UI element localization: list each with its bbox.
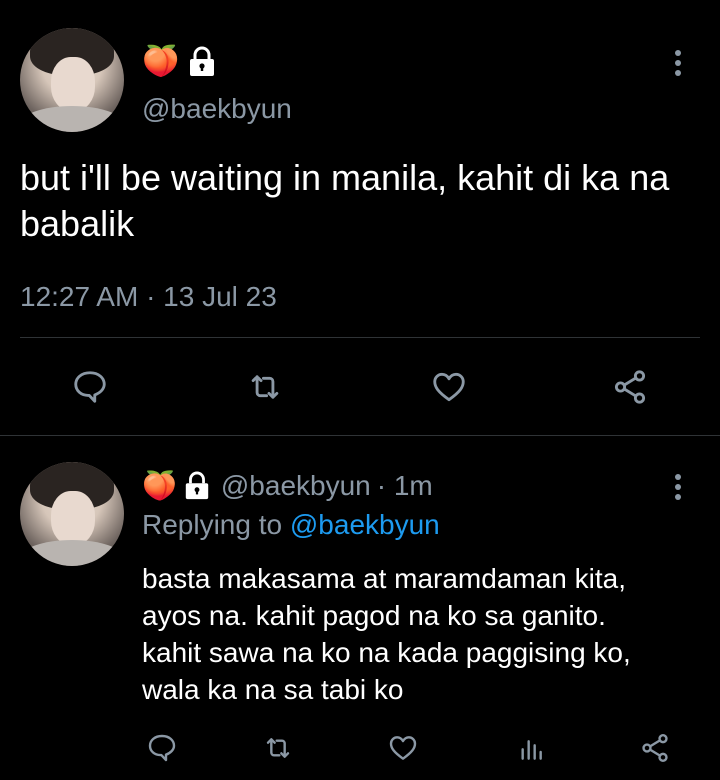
like-icon[interactable] — [386, 732, 420, 764]
handle[interactable]: @baekbyun — [142, 92, 292, 126]
reply-text: basta makasama at maramdaman kita, ayos … — [142, 563, 631, 705]
replying-to-label: Replying to — [142, 509, 283, 540]
more-vertical-icon[interactable] — [668, 48, 688, 78]
replying-to-handle[interactable]: @baekbyun — [290, 509, 440, 540]
tweet-text: but i'll be waiting in manila, kahit di … — [20, 157, 670, 244]
time-ago: · 1m — [376, 470, 433, 501]
avatar[interactable] — [20, 462, 124, 566]
peach-emoji: 🍑 — [142, 470, 177, 501]
avatar[interactable] — [20, 28, 124, 132]
reply-header: 🍑 @baekbyun · 1m — [142, 467, 433, 505]
lock-icon — [183, 471, 211, 501]
handle[interactable]: @baekbyun — [221, 470, 371, 502]
more-vertical-icon[interactable] — [668, 472, 688, 502]
share-icon[interactable] — [610, 368, 650, 406]
divider — [20, 337, 700, 338]
like-icon[interactable] — [429, 368, 469, 406]
retweet-icon[interactable] — [261, 732, 295, 764]
display-name[interactable]: 🍑 — [142, 42, 217, 82]
replying-to: Replying to @baekbyun — [142, 508, 440, 542]
analytics-icon[interactable] — [516, 732, 548, 764]
reply-icon[interactable] — [146, 732, 178, 764]
share-icon[interactable] — [638, 732, 672, 764]
lock-icon — [187, 46, 217, 78]
peach-emoji: 🍑 — [142, 45, 180, 78]
reply-icon[interactable] — [71, 368, 109, 406]
retweet-icon[interactable] — [245, 368, 285, 406]
timestamp[interactable]: 12:27 AM · 13 Jul 23 — [20, 280, 277, 314]
section-divider — [0, 435, 720, 436]
